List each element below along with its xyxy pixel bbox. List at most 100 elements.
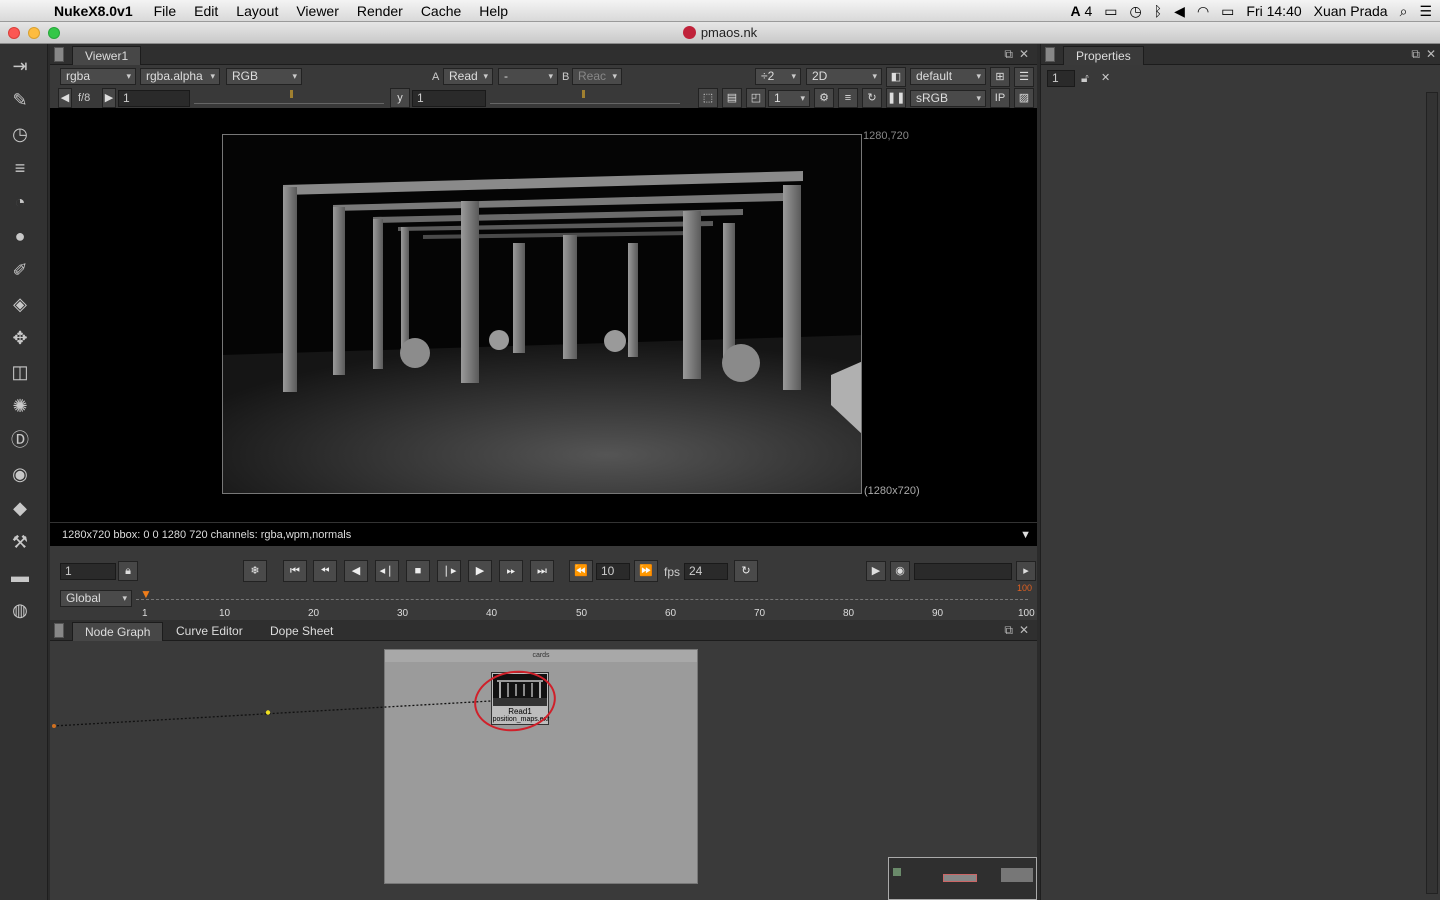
gain-slider-knob[interactable]: [290, 90, 293, 98]
gamma-slider-knob[interactable]: [582, 90, 585, 98]
overlay-list-icon[interactable]: ≡: [838, 88, 858, 108]
color-icon[interactable]: ◔: [8, 190, 32, 214]
filter-icon[interactable]: ●: [8, 224, 32, 248]
refresh-icon[interactable]: ↻: [862, 88, 882, 108]
proxy-icon[interactable]: ◰: [746, 88, 766, 108]
spotlight-icon[interactable]: ⌕: [1400, 3, 1408, 20]
volume-icon[interactable]: ◀: [1174, 3, 1185, 20]
info-bar-expand-icon[interactable]: ▼: [1020, 523, 1031, 547]
fps-field[interactable]: 24: [684, 563, 728, 580]
tab-viewer1[interactable]: Viewer1: [72, 46, 142, 65]
render-icon[interactable]: ◉: [890, 561, 910, 581]
display-channel-dropdown[interactable]: RGB: [226, 68, 302, 85]
keyer-icon[interactable]: ✐: [8, 258, 32, 282]
wipe-icon[interactable]: ▨: [1014, 88, 1034, 108]
custom-range-field[interactable]: [914, 563, 1012, 580]
previous-frame-icon[interactable]: ◂❘: [375, 560, 399, 582]
time-machine-icon[interactable]: ◷: [1130, 3, 1142, 20]
navigator-view-box[interactable]: [943, 874, 977, 882]
menu-cache[interactable]: Cache: [421, 3, 461, 19]
play-backward-icon[interactable]: ◀: [344, 560, 368, 582]
menu-render[interactable]: Render: [357, 3, 403, 19]
app-menu[interactable]: NukeX8.0v1: [54, 3, 133, 19]
3d-icon[interactable]: ◫: [8, 360, 32, 384]
lock-range-icon[interactable]: 🔒︎: [118, 561, 138, 581]
tab-node-graph[interactable]: Node Graph: [72, 622, 164, 641]
roi-icon[interactable]: ⬚: [698, 88, 718, 108]
bluetooth-icon[interactable]: ᛒ: [1154, 3, 1162, 19]
float-panel-icon[interactable]: ⧉: [1004, 47, 1013, 62]
timeline-ruler[interactable]: ▼ 100 1 10 20 30 40 50 60 70 80 90 100: [136, 583, 1035, 619]
menu-edit[interactable]: Edit: [194, 3, 218, 19]
furnace-icon[interactable]: ◍: [8, 598, 32, 622]
step-forward-icon[interactable]: ⏩: [634, 560, 658, 582]
merge-icon[interactable]: ◈: [8, 292, 32, 316]
channels-dropdown[interactable]: rgba: [60, 68, 136, 85]
battery-monitor-icon[interactable]: ▭: [1104, 3, 1117, 20]
lut-dropdown[interactable]: default: [910, 68, 986, 85]
render-cache-icon[interactable]: ⚙: [814, 88, 834, 108]
clear-properties-icon[interactable]: ✕: [1101, 71, 1110, 84]
tab-dope-sheet[interactable]: Dope Sheet: [258, 622, 345, 641]
increment-field[interactable]: 10: [596, 563, 630, 580]
go-to-end-icon[interactable]: ⏭: [530, 560, 554, 582]
view-mode-dropdown[interactable]: 2D: [806, 68, 882, 85]
views-icon[interactable]: ◉: [8, 462, 32, 486]
menu-viewer[interactable]: Viewer: [296, 3, 339, 19]
transform-icon[interactable]: ✥: [8, 326, 32, 350]
stop-icon[interactable]: ■: [406, 560, 430, 582]
fstop-value[interactable]: f/8: [78, 92, 90, 104]
close-panel-icon[interactable]: ✕: [1019, 47, 1029, 61]
ip-button[interactable]: IP: [990, 88, 1010, 108]
pause-icon[interactable]: ❚❚: [886, 88, 906, 108]
gain-slider[interactable]: [194, 90, 384, 104]
mask-overlay-icon[interactable]: ▤: [722, 88, 742, 108]
colorspace-dropdown[interactable]: sRGB: [910, 90, 986, 107]
battery-icon[interactable]: ▭: [1221, 3, 1234, 20]
particles-icon[interactable]: ✺: [8, 394, 32, 418]
tab-curve-editor[interactable]: Curve Editor: [164, 622, 255, 641]
frame-downrez-dropdown[interactable]: 1: [768, 90, 810, 107]
range-options-icon[interactable]: ▸: [1016, 561, 1036, 581]
alpha-channel-dropdown[interactable]: rgba.alpha: [140, 68, 220, 85]
close-panel-icon[interactable]: ✕: [1019, 623, 1029, 637]
channel-icon[interactable]: ≡: [8, 156, 32, 180]
toolsets-icon[interactable]: ⚒: [8, 530, 32, 554]
gamma-slider[interactable]: [490, 90, 680, 104]
panel-grip[interactable]: [54, 47, 64, 62]
input-process-icon[interactable]: ⊞: [990, 67, 1010, 87]
time-icon[interactable]: ◷: [8, 122, 32, 146]
menu-layout[interactable]: Layout: [236, 3, 278, 19]
panel-grip[interactable]: [1045, 47, 1055, 62]
float-panel-icon[interactable]: ⧉: [1411, 47, 1420, 62]
tab-properties[interactable]: Properties: [1063, 46, 1144, 65]
b-input-dropdown[interactable]: Reac: [572, 68, 622, 85]
lock-properties-icon[interactable]: 🔓︎: [1081, 71, 1089, 86]
max-panels-field[interactable]: 1: [1047, 70, 1075, 87]
downscale-dropdown[interactable]: ÷2: [755, 68, 801, 85]
next-keyframe-icon[interactable]: ⏩︎: [499, 560, 523, 582]
float-panel-icon[interactable]: ⧉: [1004, 623, 1013, 638]
adobe-status[interactable]: A 4: [1070, 3, 1092, 19]
user-name[interactable]: Xuan Prada: [1314, 3, 1388, 19]
panel-grip[interactable]: [54, 623, 64, 638]
a-input-dropdown[interactable]: Read: [443, 68, 493, 85]
current-frame-field[interactable]: 1: [60, 563, 116, 580]
draw-icon[interactable]: ✎: [8, 88, 32, 112]
notification-center-icon[interactable]: ☰: [1419, 3, 1432, 20]
other-icon[interactable]: ▬: [8, 564, 32, 588]
lock-view-icon[interactable]: ◧: [886, 67, 906, 87]
wifi-icon[interactable]: ◠: [1197, 3, 1209, 20]
node-graph-canvas[interactable]: cards Read1 position_maps.exr: [50, 641, 1037, 900]
viewer-settings-icon[interactable]: ☰: [1014, 67, 1034, 87]
node-graph-navigator[interactable]: [888, 857, 1037, 900]
gamma-field[interactable]: 1: [412, 90, 486, 107]
image-icon[interactable]: ⇥: [8, 54, 32, 78]
menu-file[interactable]: File: [154, 3, 177, 19]
go-to-start-icon[interactable]: ⏮: [283, 560, 307, 582]
previous-keyframe-icon[interactable]: ⏪︎: [313, 560, 337, 582]
step-back-icon[interactable]: ⏪: [569, 560, 593, 582]
gamma-toggle[interactable]: y: [390, 88, 410, 108]
properties-scrollbar[interactable]: [1426, 92, 1438, 894]
compare-op-dropdown[interactable]: -: [498, 68, 558, 85]
